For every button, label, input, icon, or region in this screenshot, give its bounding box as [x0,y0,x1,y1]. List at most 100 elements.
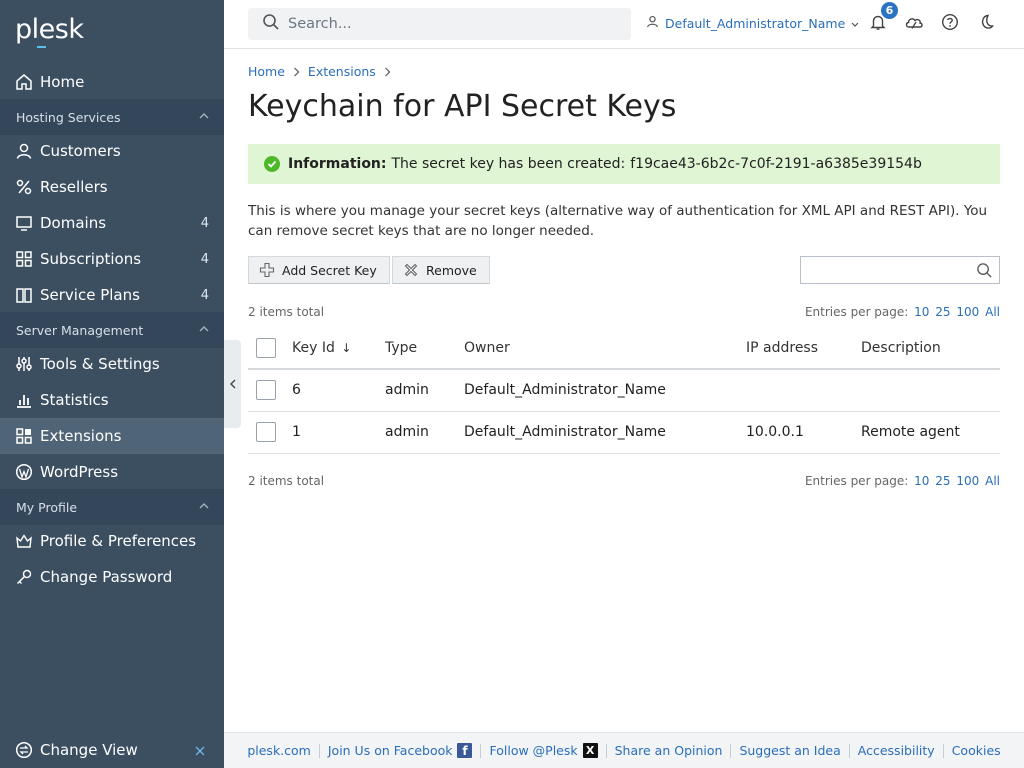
sidebar-item-label: Customers [40,142,121,160]
table-header-row: Key Id ↓ Type Owner IP address Descripti… [248,328,1000,370]
sidebar-item-tools-settings[interactable]: Tools & Settings [0,346,224,382]
section-hosting-services[interactable]: Hosting Services [0,99,224,135]
sidebar-item-service-plans[interactable]: Service Plans 4 [0,277,224,313]
sidebar-item-label: Tools & Settings [40,355,160,373]
footer-link-suggest-idea[interactable]: Suggest an Idea [739,743,840,758]
footer-divider [942,743,944,758]
sidebar-item-change-password[interactable]: Change Password [0,559,224,595]
sidebar-item-wordpress[interactable]: WordPress [0,454,224,490]
row-select-cell [248,411,292,454]
footer: plesk.com Join Us on Facebook f Follow @… [224,732,1024,768]
column-header-description[interactable]: Description [861,328,1000,370]
row-checkbox[interactable] [256,422,276,442]
cell-description: Remote agent [861,411,1000,454]
section-server-management[interactable]: Server Management [0,312,224,348]
facebook-icon: f [457,743,473,758]
close-icon[interactable] [194,743,206,761]
row-select-cell [248,369,292,412]
sidebar-item-label: Service Plans [40,286,140,304]
item-count: 4 [200,287,209,303]
sidebar-item-extensions[interactable]: Extensions [0,418,224,454]
section-label: Server Management [16,322,144,338]
list-search-input[interactable] [801,257,969,283]
sidebar-item-customers[interactable]: Customers [0,133,224,169]
chevron-left-icon [229,375,237,394]
info-message: Information: The secret key has been cre… [248,144,1000,184]
list-search[interactable] [800,256,1000,284]
cell-description [861,369,1000,412]
chevron-up-icon [198,500,210,515]
column-label: Key Id [292,340,335,356]
help-icon [941,13,959,35]
search-icon[interactable] [976,262,993,283]
breadcrumb-home[interactable]: Home [248,64,285,79]
x-icon: X [582,743,598,758]
footer-link-plesk[interactable]: plesk.com [247,743,311,758]
cell-ip [746,369,861,412]
footer-link-share-opinion[interactable]: Share an Opinion [615,743,723,758]
user-menu[interactable]: Default_Administrator_Name [646,15,859,31]
sidebar-item-label: Domains [40,214,107,232]
select-all-checkbox[interactable] [256,338,276,358]
sidebar-item-label: Resellers [40,178,108,196]
sidebar-item-profile-preferences[interactable]: Profile & Preferences [0,523,224,559]
remove-icon [403,262,419,278]
items-total-top: 2 items total [248,305,325,319]
sidebar-change-view[interactable]: Change View [0,732,224,768]
column-header-ip[interactable]: IP address [746,328,861,370]
add-secret-key-button[interactable]: Add Secret Key [248,256,390,284]
help-button[interactable] [940,13,960,35]
chevron-up-icon [198,110,210,125]
page-size-10[interactable]: 10 [914,305,929,319]
button-label: Remove [426,262,477,278]
breadcrumb: Home Extensions [248,64,399,79]
sort-arrow-icon: ↓ [341,341,352,355]
column-header-key-id[interactable]: Key Id ↓ [292,328,385,370]
footer-link-label: Follow @Plesk [489,743,578,758]
sidebar: plesk Home Hosting Services Customers Re… [0,0,224,768]
entries-label: Entries per page: [804,474,909,488]
row-checkbox[interactable] [256,380,276,401]
chevron-right-icon [384,67,391,77]
global-search[interactable] [248,8,631,40]
percent-icon [15,178,33,196]
bar-chart-icon [15,391,33,409]
entries-label: Entries per page: [804,305,909,319]
cell-key-id: 1 [292,411,385,454]
footer-link-cookies[interactable]: Cookies [952,743,1001,758]
page-size-25[interactable]: 25 [935,305,950,319]
footer-divider [605,743,607,758]
check-circle-icon [264,156,280,172]
collapse-sidebar-handle[interactable] [224,340,241,428]
column-header-owner[interactable]: Owner [464,328,746,370]
sidebar-item-resellers[interactable]: Resellers [0,169,224,205]
column-header-type[interactable]: Type [385,328,464,370]
sidebar-item-domains[interactable]: Domains 4 [0,205,224,241]
sidebar-item-home[interactable]: Home [0,64,224,100]
page-size-100[interactable]: 100 [956,474,979,488]
sidebar-item-statistics[interactable]: Statistics [0,382,224,418]
chevron-down-icon [851,16,859,31]
chevron-up-icon [198,323,210,338]
plesk-logo[interactable]: plesk [15,14,84,48]
section-my-profile[interactable]: My Profile [0,489,224,525]
sidebar-item-subscriptions[interactable]: Subscriptions 4 [0,241,224,277]
page-size-all[interactable]: All [985,305,1000,319]
page-description: This is where you manage your secret key… [248,203,988,239]
chevron-right-icon [293,67,300,77]
page-size-all[interactable]: All [985,474,1000,488]
page-size-100[interactable]: 100 [956,305,979,319]
page-size-10[interactable]: 10 [914,474,929,488]
cell-owner: Default_Administrator_Name [464,411,746,454]
theme-toggle-button[interactable] [976,14,996,34]
cloud-button[interactable] [904,14,924,34]
breadcrumb-extensions[interactable]: Extensions [308,64,376,79]
page-size-25[interactable]: 25 [935,474,950,488]
cell-type: admin [385,411,464,454]
remove-button[interactable]: Remove [392,256,490,284]
footer-link-accessibility[interactable]: Accessibility [858,743,935,758]
footer-link-facebook[interactable]: Join Us on Facebook f [328,743,473,758]
sidebar-item-label: Statistics [40,391,109,409]
footer-link-follow[interactable]: Follow @Plesk X [489,743,598,758]
search-input[interactable] [288,16,608,32]
